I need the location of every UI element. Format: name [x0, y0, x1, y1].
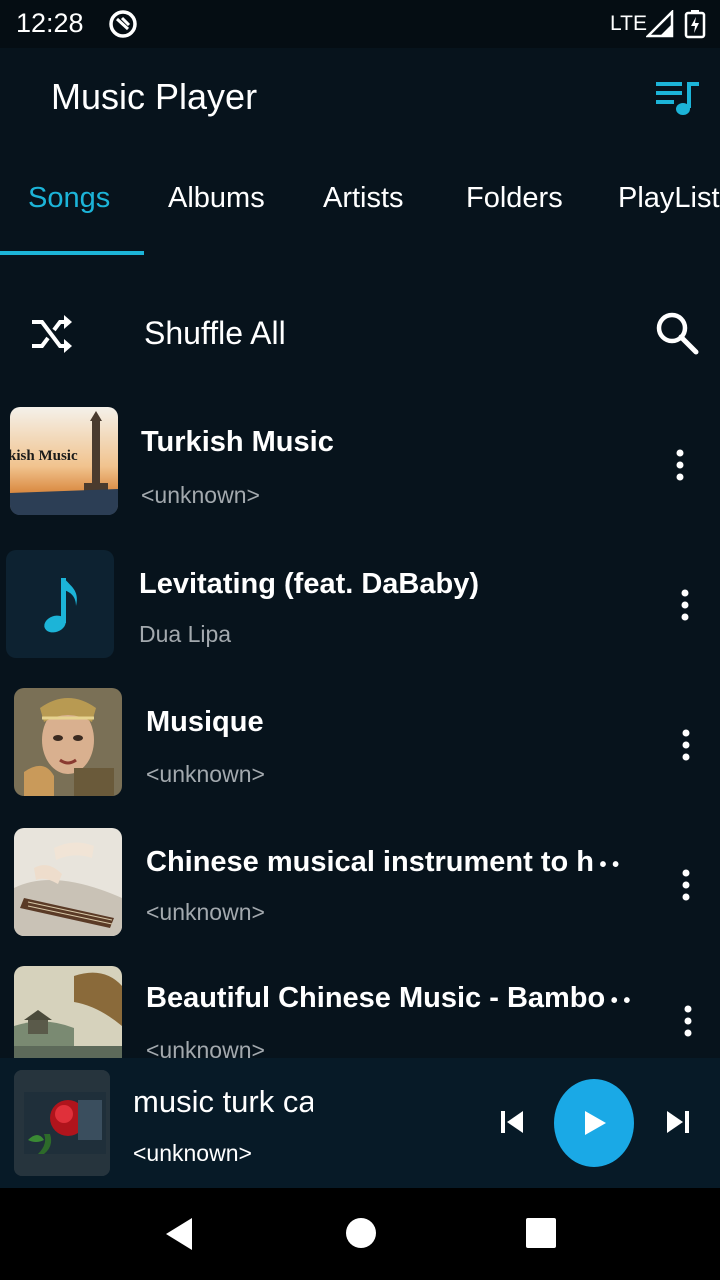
skip-next-icon[interactable]	[662, 1106, 694, 1138]
home-icon[interactable]	[342, 1214, 380, 1252]
battery-charging-icon	[684, 10, 706, 39]
song-artist: <unknown>	[146, 761, 265, 787]
back-icon[interactable]	[160, 1214, 200, 1254]
song-title: Levitating (feat. DaBaby)	[139, 568, 479, 600]
tab-playlist[interactable]: PlayList	[618, 182, 720, 215]
more-options-icon[interactable]	[679, 588, 691, 622]
list-item[interactable]: Beautiful Chinese Music - Bambo • • <unk…	[0, 954, 720, 1058]
app-notification-icon	[109, 10, 137, 38]
list-item[interactable]: kish Music Turkish Music <unknown>	[0, 394, 720, 524]
signal-icon	[646, 10, 674, 38]
shuffle-row[interactable]: Shuffle All	[0, 290, 720, 380]
recents-icon[interactable]	[524, 1216, 558, 1250]
status-bar: 12:28 LTE	[0, 0, 720, 48]
play-button[interactable]	[554, 1079, 634, 1167]
album-art-text: kish Music	[10, 448, 78, 464]
album-art	[14, 966, 122, 1058]
song-title: Beautiful Chinese Music - Bambo • •	[146, 982, 631, 1014]
more-options-icon[interactable]	[682, 1004, 694, 1038]
music-note-icon	[44, 578, 77, 633]
song-artist: <unknown>	[146, 1037, 265, 1058]
search-icon[interactable]	[654, 310, 700, 356]
tab-indicator	[0, 251, 144, 255]
network-type: LTE	[610, 12, 647, 35]
now-playing-artist: <unknown>	[133, 1140, 252, 1166]
album-art	[6, 550, 114, 658]
shuffle-icon[interactable]	[28, 310, 76, 358]
album-art	[14, 828, 122, 936]
system-nav-bar	[0, 1188, 720, 1280]
song-artist: Dua Lipa	[139, 621, 232, 647]
queue-music-icon[interactable]	[654, 78, 702, 118]
song-title: Chinese musical instrument to h • •	[146, 846, 620, 878]
app-bar: Music Player	[0, 48, 720, 152]
song-title: Musique	[146, 706, 264, 738]
list-item[interactable]: Levitating (feat. DaBaby) Dua Lipa	[0, 534, 720, 664]
tab-bar: Songs Albums Artists Folders PlayList	[0, 152, 720, 256]
song-artist: <unknown>	[141, 482, 260, 508]
list-item[interactable]: Chinese musical instrument to h • • <unk…	[0, 814, 720, 944]
more-options-icon[interactable]	[674, 448, 686, 482]
tab-artists[interactable]: Artists	[323, 182, 404, 215]
album-art	[14, 688, 122, 796]
mini-player[interactable]: music turk ca <unknown>	[0, 1058, 720, 1188]
song-artist: <unknown>	[146, 899, 265, 925]
app-title: Music Player	[51, 76, 258, 117]
skip-previous-icon[interactable]	[496, 1106, 528, 1138]
shuffle-all-label[interactable]: Shuffle All	[144, 315, 286, 352]
song-title: Turkish Music	[141, 426, 334, 458]
tab-albums[interactable]: Albums	[168, 182, 265, 215]
tab-songs[interactable]: Songs	[28, 182, 110, 215]
song-list: kish Music Turkish Music <unknown> Levit…	[0, 394, 720, 1058]
list-item[interactable]: Musique <unknown>	[0, 674, 720, 804]
album-art: kish Music	[10, 407, 118, 515]
now-playing-title: music turk ca	[133, 1084, 313, 1119]
more-options-icon[interactable]	[680, 728, 692, 762]
now-playing-art	[14, 1070, 110, 1176]
more-options-icon[interactable]	[680, 868, 692, 902]
tab-folders[interactable]: Folders	[466, 182, 563, 215]
play-icon	[585, 1111, 606, 1135]
status-time: 12:28	[16, 8, 84, 38]
